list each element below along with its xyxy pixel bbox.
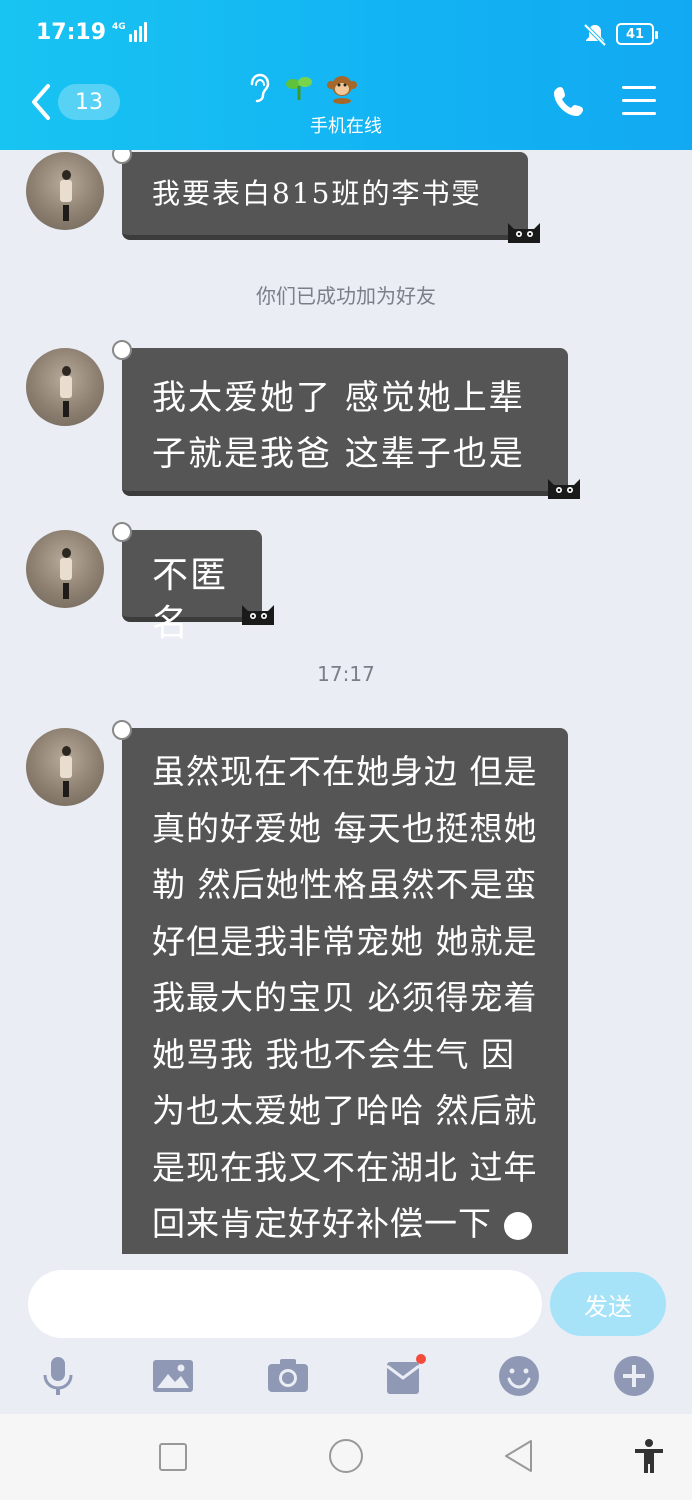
menu-icon[interactable] bbox=[622, 86, 656, 116]
bubble-decoration bbox=[112, 150, 132, 164]
message-input[interactable] bbox=[28, 1270, 542, 1338]
camera-icon[interactable] bbox=[266, 1354, 310, 1398]
bubble-decoration bbox=[112, 522, 132, 542]
black-cat-icon bbox=[548, 479, 580, 499]
black-cat-icon bbox=[508, 223, 540, 243]
accessibility-icon[interactable] bbox=[632, 1438, 666, 1474]
plus-icon[interactable] bbox=[612, 1354, 656, 1398]
monkey-icon bbox=[327, 76, 357, 104]
chat-area[interactable]: 我要表白815班的李书雯 你们已成功加为好友 我太爱她了 感觉她上辈子就是我爸 … bbox=[0, 150, 692, 1254]
toolbar bbox=[0, 1346, 692, 1406]
network-type: 4G bbox=[112, 22, 126, 32]
online-status: 手机在线 bbox=[310, 116, 382, 137]
battery-icon: 41 bbox=[616, 23, 658, 45]
mic-icon[interactable] bbox=[36, 1354, 80, 1398]
battery-level: 41 bbox=[625, 26, 645, 42]
image-icon[interactable] bbox=[151, 1354, 195, 1398]
status-time: 17:19 bbox=[36, 20, 107, 45]
black-cat-icon bbox=[242, 605, 274, 625]
message-text: 我太爱她了 感觉她上辈子就是我爸 这辈子也是 bbox=[152, 378, 525, 474]
contact-title[interactable] bbox=[246, 72, 358, 104]
message-bubble[interactable]: 我要表白815班的李书雯 bbox=[112, 150, 540, 243]
sprout-icon bbox=[286, 77, 312, 100]
avatar[interactable] bbox=[26, 348, 104, 426]
avatar[interactable] bbox=[26, 728, 104, 806]
input-bar: 发送 bbox=[0, 1254, 692, 1414]
red-packet-icon[interactable] bbox=[382, 1354, 426, 1398]
message-bubble[interactable]: 我太爱她了 感觉她上辈子就是我爸 这辈子也是 bbox=[112, 340, 580, 499]
recents-icon[interactable] bbox=[158, 1442, 188, 1472]
bubble-decoration bbox=[112, 720, 132, 740]
message-text: 虽然现在不在她身边 但是真的好爱她 每天也挺想她勒 然后她性格虽然不是蛮好但是我… bbox=[152, 752, 538, 1243]
system-notice: 你们已成功加为好友 bbox=[256, 284, 436, 308]
back-nav-icon[interactable] bbox=[503, 1439, 535, 1473]
send-button[interactable]: 发送 bbox=[550, 1272, 666, 1336]
signal-icon: 4G bbox=[112, 22, 147, 42]
avatar[interactable] bbox=[26, 152, 104, 230]
message-text: 不匿名 bbox=[152, 555, 229, 644]
ear-icon bbox=[250, 73, 270, 103]
system-nav-bar bbox=[0, 1414, 692, 1500]
message-timestamp: 17:17 bbox=[317, 662, 375, 686]
phone-icon[interactable] bbox=[552, 84, 586, 118]
mute-icon bbox=[583, 23, 607, 47]
sticker-face-icon bbox=[503, 1212, 532, 1240]
message-text: 我要表白815班的李书雯 bbox=[152, 177, 482, 210]
avatar[interactable] bbox=[26, 530, 104, 608]
emoji-icon[interactable] bbox=[497, 1354, 541, 1398]
chat-header: 17:19 4G 41 13 手机在线 bbox=[0, 0, 692, 150]
message-bubble[interactable]: 虽然现在不在她身边 但是真的好爱她 每天也挺想她勒 然后她性格虽然不是蛮好但是我… bbox=[112, 720, 568, 1254]
bubble-decoration bbox=[112, 340, 132, 360]
home-icon[interactable] bbox=[328, 1438, 364, 1474]
message-bubble[interactable]: 不匿名 bbox=[112, 522, 274, 644]
